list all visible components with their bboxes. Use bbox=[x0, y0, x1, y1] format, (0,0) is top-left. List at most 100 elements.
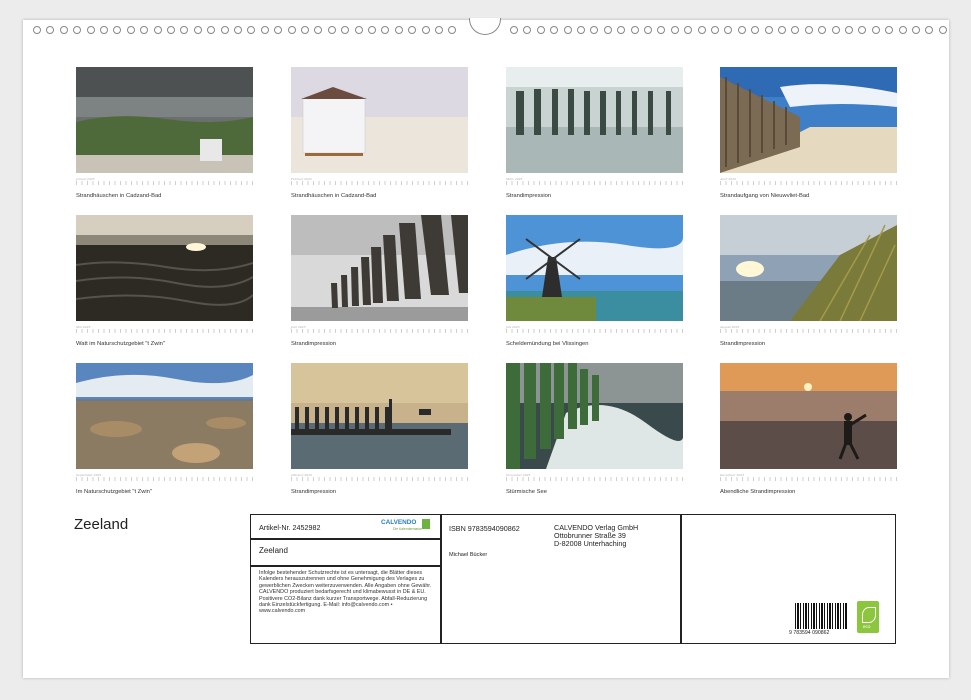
binding-hole bbox=[394, 26, 403, 34]
day-row bbox=[506, 329, 683, 333]
photo-beach-path bbox=[720, 67, 897, 173]
photo-sand-ripples bbox=[76, 363, 253, 469]
binding-hole bbox=[510, 26, 518, 34]
day-row bbox=[506, 477, 683, 481]
author: Michael Bücker bbox=[449, 552, 488, 558]
binding-hole bbox=[86, 26, 95, 34]
month-mini-calendar: Februar 2025 bbox=[291, 177, 468, 187]
binding-hole bbox=[590, 26, 599, 34]
photo-evening-beach bbox=[720, 363, 897, 469]
binding-hole bbox=[644, 26, 652, 34]
day-row bbox=[506, 181, 683, 185]
day-row bbox=[76, 329, 253, 333]
binding-hole bbox=[751, 26, 760, 34]
divider bbox=[251, 565, 440, 567]
binding-hole bbox=[73, 26, 82, 34]
binding-hole bbox=[697, 26, 706, 34]
divider bbox=[680, 515, 682, 643]
publisher-city: D-82008 Unterhaching bbox=[554, 539, 627, 548]
isbn: ISBN 9783594090862 bbox=[449, 524, 520, 533]
binding-hole bbox=[46, 26, 55, 34]
photo-beach-hut bbox=[291, 67, 468, 173]
month-mini-calendar: September 2025 bbox=[76, 473, 253, 483]
publisher-info-box: Artikel-Nr. 2452982 CALVENDO Die Kalende… bbox=[250, 514, 896, 644]
binding-hole bbox=[563, 26, 572, 34]
day-row bbox=[76, 477, 253, 481]
month-mini-calendar: August 2025 bbox=[720, 325, 897, 335]
photo-stormy-sea bbox=[506, 363, 683, 469]
binding-hole bbox=[381, 26, 390, 34]
binding-hole bbox=[354, 26, 363, 34]
calvendo-tagline: Die Kalendermarke bbox=[393, 527, 423, 531]
binding-hole bbox=[421, 26, 430, 34]
month-mini-calendar: November 2025 bbox=[506, 473, 683, 483]
calvendo-logo: CALVENDO bbox=[381, 519, 417, 526]
photo-caption: Watt im Naturschutzgebiet "t Zwin" bbox=[76, 341, 165, 347]
binding-hole bbox=[577, 26, 585, 34]
leaf-icon bbox=[862, 607, 876, 623]
binding-hole bbox=[153, 26, 162, 34]
day-row bbox=[720, 329, 897, 333]
binding-hole bbox=[845, 26, 853, 34]
binding-hole bbox=[791, 26, 800, 34]
barcode bbox=[795, 603, 847, 629]
calvendo-logo-icon bbox=[422, 519, 430, 529]
binding-hole bbox=[764, 26, 773, 34]
binding-hole bbox=[938, 26, 947, 34]
binding-hole bbox=[550, 26, 559, 34]
binding-hole bbox=[778, 26, 786, 34]
binding-hole bbox=[247, 26, 256, 34]
binding-hole bbox=[341, 26, 350, 34]
binding-hole bbox=[207, 26, 216, 34]
divider bbox=[251, 538, 440, 540]
binding-hole bbox=[898, 26, 907, 34]
binding-hole bbox=[167, 26, 175, 34]
photo-caption: Scheldemündung bei Vlissingen bbox=[506, 341, 589, 347]
photo-mudflat bbox=[76, 215, 253, 321]
binding-hole bbox=[523, 26, 532, 34]
binding-hole bbox=[711, 26, 719, 34]
binding-hole bbox=[301, 26, 309, 34]
binding-hole bbox=[925, 26, 934, 34]
product-title: Zeeland bbox=[259, 546, 288, 555]
month-mini-calendar: Juli 2025 bbox=[506, 325, 683, 335]
binding-hole bbox=[871, 26, 880, 34]
binding-hole bbox=[630, 26, 639, 34]
month-mini-calendar: Juni 2025 bbox=[291, 325, 468, 335]
binding-hole bbox=[140, 26, 149, 34]
month-mini-calendar: Januar 2025 bbox=[76, 177, 253, 187]
binding-hole bbox=[448, 26, 457, 34]
article-number: Artikel-Nr. 2452982 bbox=[259, 523, 321, 532]
legal-notice: Infolge bestehender Schutzrechte ist es … bbox=[259, 570, 432, 615]
photo-caption: Strandimpression bbox=[291, 489, 337, 495]
binding-hole bbox=[804, 26, 813, 34]
photo-caption: Strandimpression bbox=[291, 341, 337, 347]
photo-groynes bbox=[506, 67, 683, 173]
binding-hole bbox=[657, 26, 666, 34]
photo-groyne-perspective bbox=[291, 215, 468, 321]
binding-hole bbox=[180, 26, 189, 34]
photo-caption: Strandhäuschen in Cadzand-Bad bbox=[76, 193, 162, 199]
photo-caption: Strandaufgang von Nieuwvliet-Bad bbox=[720, 193, 810, 199]
binding-hole bbox=[100, 26, 108, 34]
binding-hole bbox=[193, 26, 202, 34]
binding-hole bbox=[858, 26, 867, 34]
month-mini-calendar: April 2025 bbox=[720, 177, 897, 187]
month-mini-calendar: März 2025 bbox=[506, 177, 683, 187]
binding-hole bbox=[287, 26, 296, 34]
binding-hole bbox=[274, 26, 283, 34]
binding-hole bbox=[126, 26, 135, 34]
binding-hole bbox=[59, 26, 68, 34]
binding-hole bbox=[314, 26, 323, 34]
day-row bbox=[291, 329, 468, 333]
binding-hole bbox=[435, 26, 443, 34]
calendar-title: Zeeland bbox=[74, 516, 129, 533]
binding-hole bbox=[724, 26, 733, 34]
day-row bbox=[291, 181, 468, 185]
hanger-hook bbox=[469, 18, 501, 35]
binding-hole bbox=[220, 26, 229, 34]
binding-hole bbox=[737, 26, 746, 34]
photo-caption: Abendliche Strandimpression bbox=[720, 489, 796, 495]
binding-hole bbox=[260, 26, 269, 34]
spiral-binding bbox=[23, 18, 949, 38]
